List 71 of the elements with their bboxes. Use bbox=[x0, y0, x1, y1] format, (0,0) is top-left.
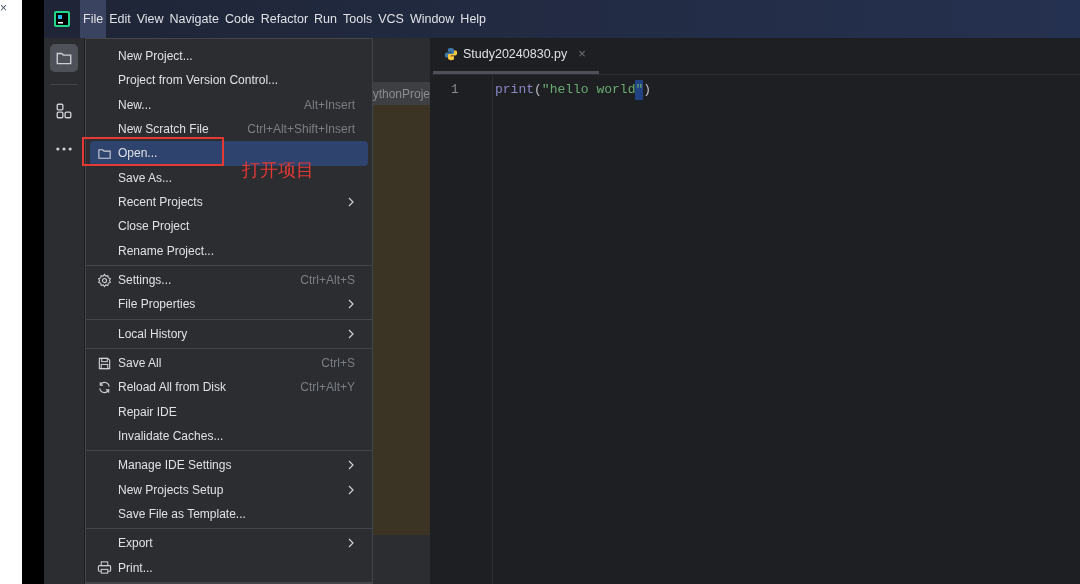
menu-item-label: Save File as Template... bbox=[118, 506, 246, 524]
more-icon bbox=[56, 147, 72, 151]
menu-item-label: Manage IDE Settings bbox=[118, 457, 232, 475]
menu-item[interactable]: Local History bbox=[90, 321, 368, 346]
menu-item-label: Recent Projects bbox=[118, 194, 203, 212]
menu-item-label: New Project... bbox=[118, 48, 193, 66]
menu-bar-item[interactable]: Run bbox=[311, 0, 340, 38]
menu-bar-item[interactable]: Help bbox=[457, 0, 490, 38]
printer-icon bbox=[97, 560, 112, 576]
shortcut-text: Ctrl+Alt+S bbox=[300, 272, 355, 290]
menu-item[interactable]: Export bbox=[90, 531, 368, 556]
shortcut-text: Ctrl+Alt+Shift+Insert bbox=[247, 121, 355, 139]
app-logo-icon bbox=[54, 11, 70, 27]
menu-item[interactable]: Project from Version Control... bbox=[90, 68, 292, 93]
menu-item-label: Settings... bbox=[118, 272, 172, 290]
menu-item-label: Save All bbox=[118, 355, 162, 373]
project-panel-title: ythonProje bbox=[372, 85, 430, 103]
menu-item-label: Export bbox=[118, 535, 153, 553]
menu-bar-item[interactable]: Refactor bbox=[257, 0, 312, 38]
menu-item-label: New Scratch File bbox=[118, 121, 209, 139]
menu-item-label: New Projects Setup bbox=[118, 481, 224, 499]
menu-item[interactable]: New Projects Setup bbox=[90, 477, 368, 502]
menu-item[interactable]: Save All Ctrl+S bbox=[90, 350, 368, 376]
menu-item[interactable]: Manage IDE Settings bbox=[90, 453, 368, 478]
squares-icon bbox=[55, 102, 73, 120]
menu-bar-item[interactable]: File bbox=[80, 0, 107, 38]
menu-bar-item[interactable]: Navigate bbox=[166, 0, 222, 38]
menu-item-label: Local History bbox=[118, 325, 188, 343]
menu-item-label: Repair IDE bbox=[118, 403, 177, 421]
settings-icon bbox=[97, 272, 112, 288]
tool-window-button[interactable] bbox=[50, 44, 78, 72]
menu-item[interactable]: Reload All from Disk Ctrl+Alt+Y bbox=[90, 375, 368, 400]
menu-item[interactable]: Close Project bbox=[90, 214, 203, 239]
menu-item-label: Invalidate Caches... bbox=[118, 428, 224, 446]
close-tab-button[interactable]: × bbox=[578, 44, 586, 64]
menu-item-label: File Properties bbox=[118, 296, 196, 314]
close-glyph: × bbox=[0, 1, 7, 15]
python-icon bbox=[444, 47, 458, 61]
menu-item[interactable]: File Properties bbox=[90, 292, 368, 317]
menu-item[interactable]: Settings... Ctrl+Alt+S bbox=[90, 267, 368, 293]
menu-item[interactable]: Recent Projects bbox=[90, 189, 368, 215]
shortcut-text: Alt+Insert bbox=[303, 96, 355, 114]
menu-item[interactable]: Repair IDE bbox=[90, 399, 190, 424]
menu-bar-item[interactable]: Window bbox=[406, 0, 458, 38]
menu-item[interactable]: New Scratch File Ctrl+Alt+Shift+Insert bbox=[90, 117, 368, 142]
menu-item[interactable]: Save File as Template... bbox=[90, 501, 259, 527]
menu-bar-item[interactable]: Tools bbox=[340, 0, 376, 38]
menu-item[interactable]: New... Alt+Insert bbox=[90, 92, 368, 117]
menu-bar-item[interactable]: Edit bbox=[106, 0, 134, 38]
menu-item-label: New... bbox=[118, 96, 152, 114]
menu-bar-item[interactable]: VCS bbox=[375, 0, 407, 38]
editor-tab[interactable]: Study20240830.py × bbox=[433, 37, 599, 74]
menu-item-label: Close Project bbox=[118, 218, 190, 236]
code-line: print("hello world") bbox=[495, 80, 652, 100]
menu-item-label: Print... bbox=[118, 559, 153, 577]
menu-bar-item[interactable]: View bbox=[133, 0, 167, 38]
menu-bar-item[interactable]: Code bbox=[221, 0, 258, 38]
menu-item-label: Project from Version Control... bbox=[118, 72, 279, 90]
menu-item[interactable]: New Project... bbox=[90, 44, 206, 69]
shortcut-text: Ctrl+S bbox=[321, 355, 355, 373]
refresh-icon bbox=[97, 379, 112, 395]
menu-item[interactable]: Rename Project... bbox=[90, 238, 228, 263]
shortcut-text: Ctrl+Alt+Y bbox=[300, 379, 355, 397]
menu-item-label: Save As... bbox=[118, 169, 173, 187]
menu-item-label: Rename Project... bbox=[118, 242, 215, 260]
menu-item[interactable]: Invalidate Caches... bbox=[90, 423, 237, 449]
menu-item[interactable]: Print... bbox=[90, 555, 166, 580]
menu-item-label: Open... bbox=[118, 145, 158, 163]
menu-item-label: Reload All from Disk bbox=[118, 379, 227, 397]
line-number: 1 bbox=[450, 81, 460, 99]
menu-item[interactable]: Save As... bbox=[90, 165, 186, 190]
